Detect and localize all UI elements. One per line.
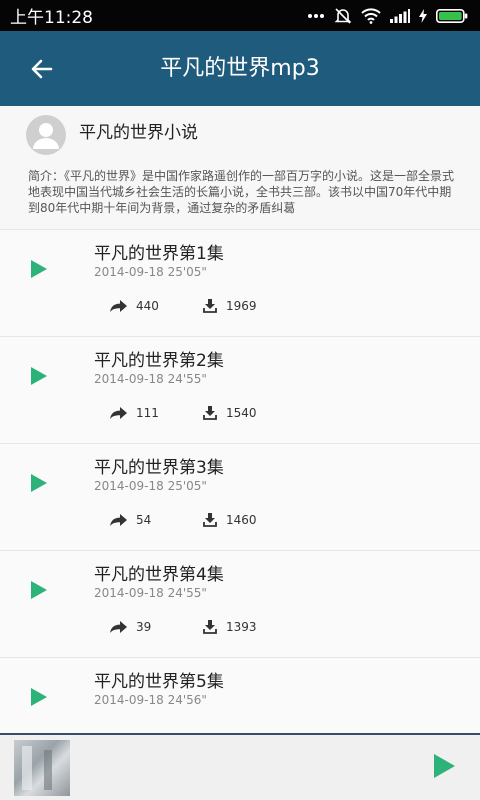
episode-stats: 111 1540	[94, 399, 257, 427]
episode-stats: 440 1969	[94, 292, 257, 320]
episode-meta: 2014-09-18 24'56"	[94, 693, 207, 707]
battery-icon	[436, 8, 468, 23]
play-icon[interactable]	[28, 365, 50, 387]
mini-player	[0, 733, 480, 800]
download-button[interactable]: 1460	[189, 513, 257, 527]
episode-meta: 2014-09-18 24'55"	[94, 372, 207, 386]
person-icon	[33, 123, 59, 149]
play-icon[interactable]	[28, 472, 50, 494]
episode-date: 2014-09-18	[94, 693, 164, 707]
download-icon	[203, 406, 217, 420]
episode-meta: 2014-09-18 25'05"	[94, 479, 207, 493]
back-button[interactable]	[0, 31, 84, 106]
mute-icon	[334, 7, 352, 24]
episode-duration: 25'05"	[167, 479, 207, 493]
episode-duration: 24'55"	[167, 372, 207, 386]
episode-meta: 2014-09-18 25'05"	[94, 265, 207, 279]
episode-duration: 25'05"	[167, 265, 207, 279]
share-button[interactable]: 39	[94, 620, 189, 634]
episode-list: 平凡的世界第1集 2014-09-18 25'05" 440 1969 平凡的世…	[0, 230, 480, 733]
download-button[interactable]: 1393	[189, 620, 257, 634]
play-icon[interactable]	[28, 686, 50, 708]
episode-date: 2014-09-18	[94, 372, 164, 386]
signal-icon	[390, 8, 410, 23]
status-icons	[307, 7, 468, 25]
download-count: 1969	[226, 299, 257, 313]
list-item[interactable]: 平凡的世界第3集 2014-09-18 25'05" 54 1460	[0, 444, 480, 551]
episode-title: 平凡的世界第3集	[94, 458, 224, 478]
share-icon	[110, 407, 127, 419]
share-count: 39	[136, 620, 152, 634]
episode-stats: 39 1393	[94, 613, 257, 641]
play-icon[interactable]	[432, 753, 456, 779]
episode-title: 平凡的世界第5集	[94, 672, 224, 692]
arrow-back-icon	[31, 59, 53, 78]
list-item[interactable]: 平凡的世界第4集 2014-09-18 24'55" 39 1393	[0, 551, 480, 658]
share-count: 111	[136, 406, 159, 420]
share-count: 440	[136, 299, 159, 313]
album-cover[interactable]	[14, 740, 70, 796]
download-button[interactable]: 1969	[189, 299, 257, 313]
share-icon	[110, 514, 127, 526]
episode-date: 2014-09-18	[94, 479, 164, 493]
share-button[interactable]: 440	[94, 299, 189, 313]
episode-title: 平凡的世界第1集	[94, 244, 224, 264]
download-button[interactable]: 1540	[189, 406, 257, 420]
album-info: 平凡的世界小说 简介：《平凡的世界》是中国作家路遥创作的一部百万字的小说。这是一…	[0, 106, 480, 230]
download-count: 1540	[226, 406, 257, 420]
charging-icon	[419, 8, 427, 23]
episode-duration: 24'56"	[167, 693, 207, 707]
download-icon	[203, 513, 217, 527]
play-icon[interactable]	[28, 579, 50, 601]
play-icon[interactable]	[28, 258, 50, 280]
download-count: 1393	[226, 620, 257, 634]
episode-stats: 54 1460	[94, 506, 257, 534]
share-count: 54	[136, 513, 152, 527]
avatar	[26, 115, 66, 155]
list-item[interactable]: 平凡的世界第2集 2014-09-18 24'55" 111 1540	[0, 337, 480, 444]
list-item[interactable]: 平凡的世界第1集 2014-09-18 25'05" 440 1969	[0, 230, 480, 337]
share-icon	[110, 621, 127, 633]
episode-date: 2014-09-18	[94, 265, 164, 279]
app-bar: 平凡的世界mp3	[0, 31, 480, 106]
episode-title: 平凡的世界第2集	[94, 351, 224, 371]
status-time: 上午11:28	[10, 8, 93, 28]
share-button[interactable]: 111	[94, 406, 189, 420]
list-item[interactable]: 平凡的世界第5集 2014-09-18 24'56"	[0, 658, 480, 733]
more-dots-icon	[308, 13, 324, 18]
episode-date: 2014-09-18	[94, 586, 164, 600]
share-icon	[110, 300, 127, 312]
share-button[interactable]: 54	[94, 513, 189, 527]
episode-title: 平凡的世界第4集	[94, 565, 224, 585]
episode-meta: 2014-09-18 24'55"	[94, 586, 207, 600]
episode-duration: 24'55"	[167, 586, 207, 600]
download-icon	[203, 299, 217, 313]
download-icon	[203, 620, 217, 634]
album-intro: 简介：《平凡的世界》是中国作家路遥创作的一部百万字的小说。这是一部全景式地表现中…	[28, 169, 455, 215]
wifi-icon	[361, 7, 381, 24]
download-count: 1460	[226, 513, 257, 527]
status-bar: 上午11:28	[0, 0, 480, 31]
author-name: 平凡的世界小说	[79, 123, 198, 143]
